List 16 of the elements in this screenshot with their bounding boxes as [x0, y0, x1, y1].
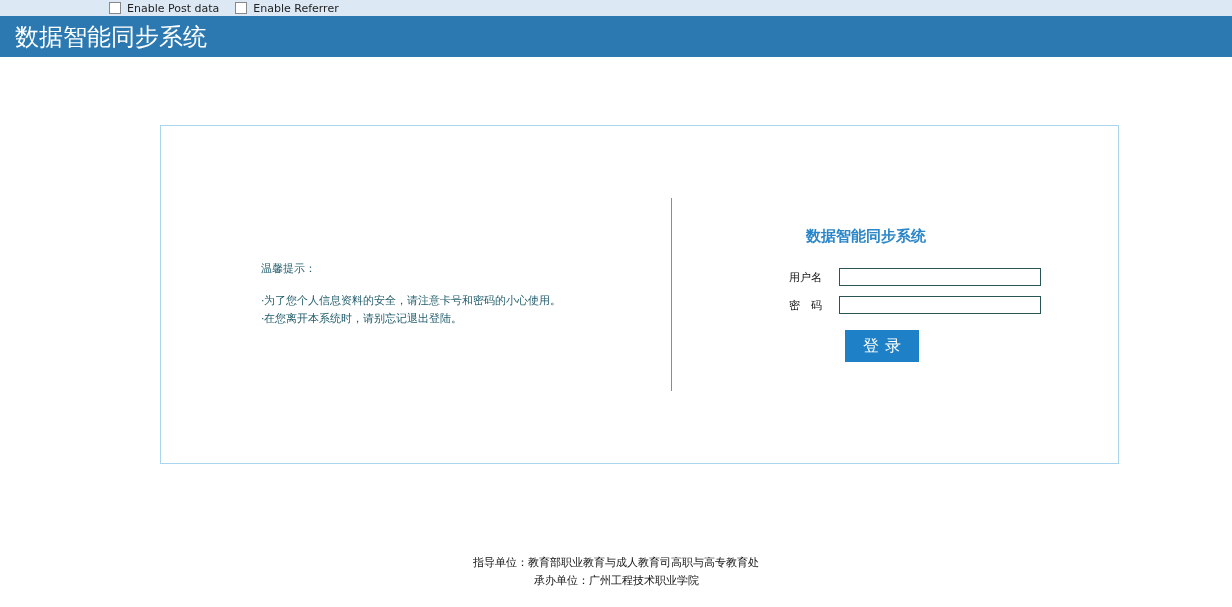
login-button[interactable]: 登 录	[845, 330, 919, 362]
footer-text: 指导单位：教育部职业教育与成人教育司高职与高专教育处	[472, 555, 760, 571]
notice-line: ·在您离开本系统时，请别忘记退出登陆。	[261, 311, 464, 327]
login-title: 数据智能同步系统	[806, 227, 927, 246]
input-field[interactable]	[839, 296, 1041, 314]
checkbox[interactable]	[235, 2, 248, 14]
field-label: 密 码	[789, 297, 823, 313]
notice-title: 温馨提示：	[261, 261, 317, 276]
footer-text: 承办单位：广州工程技术职业学院	[532, 573, 700, 589]
header-title: 数据智能同步系统	[15, 21, 207, 53]
checkbox-label: Enable Referrer	[253, 1, 339, 15]
field-label: 用户名	[789, 269, 823, 285]
input-field[interactable]	[839, 268, 1041, 286]
checkbox-label: Enable Post data	[127, 1, 220, 15]
notice-line: ·为了您个人信息资料的安全，请注意卡号和密码的小心使用。	[261, 293, 563, 309]
checkbox[interactable]	[109, 2, 121, 14]
